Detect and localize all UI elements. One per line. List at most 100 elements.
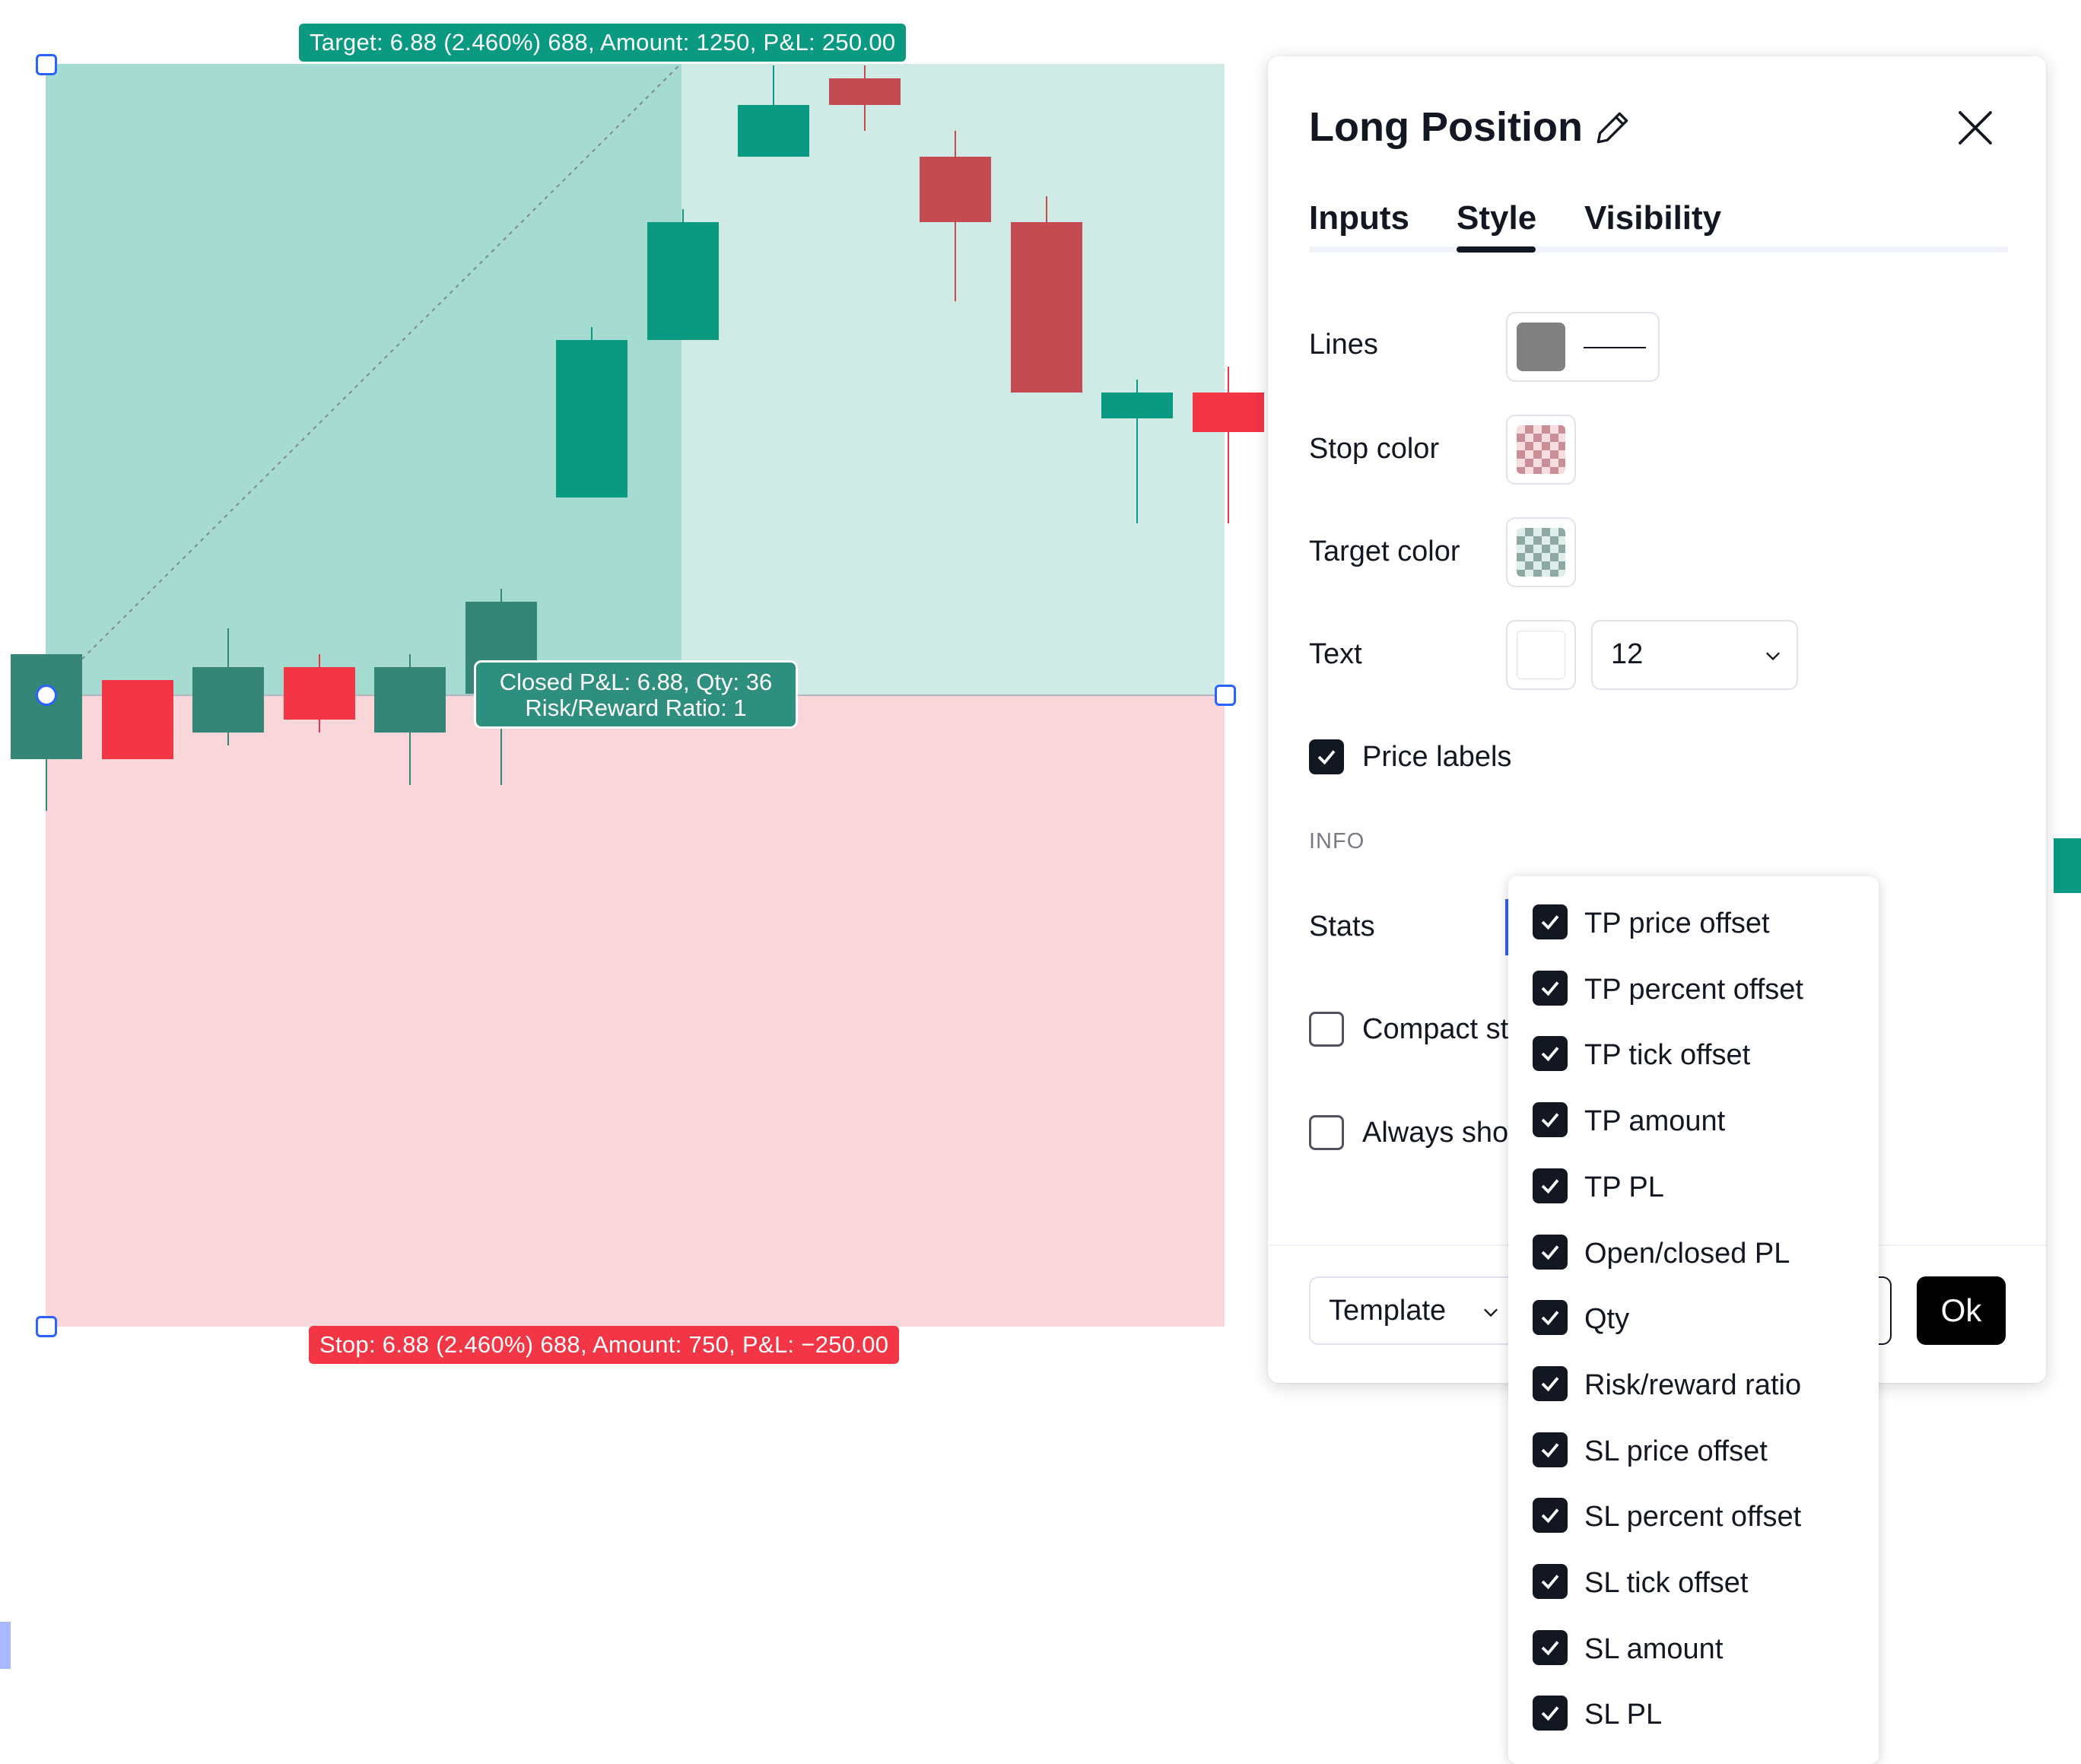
stats-option[interactable]: Qty: [1508, 1290, 1879, 1351]
candle-body: [1101, 393, 1173, 419]
stats-option[interactable]: TP amount: [1508, 1092, 1879, 1153]
target-handle[interactable]: [36, 54, 57, 75]
candle-body: [1010, 222, 1082, 393]
stats-option-checkbox[interactable]: [1533, 1432, 1568, 1467]
chevron-down-icon: [1766, 652, 1780, 661]
checkmark-icon: [1541, 915, 1559, 930]
compact-stats-checkbox[interactable]: [1309, 1012, 1344, 1047]
stats-option[interactable]: TP tick offset: [1508, 1026, 1879, 1087]
close-icon[interactable]: [1952, 105, 1998, 151]
stats-dropdown-menu: TP price offset TP percent offset TP tick …: [1508, 876, 1879, 1764]
pencil-icon[interactable]: [1591, 106, 1634, 149]
end-handle[interactable]: [1215, 685, 1236, 706]
stats-option-checkbox[interactable]: [1533, 1168, 1568, 1203]
stats-option[interactable]: TP percent offset: [1508, 961, 1879, 1022]
stats-option-label: TP percent offset: [1584, 973, 1803, 1006]
stats-option-label: SL price offset: [1584, 1435, 1768, 1467]
candle-body: [283, 667, 355, 720]
checkmark-icon: [1541, 981, 1559, 996]
dialog-title: Long Position: [1309, 104, 1583, 150]
candle-body: [101, 680, 173, 759]
closed-pnl-label: Closed P&L: 6.88, Qty: 36 Risk/Reward Ra…: [474, 660, 798, 729]
target-color-picker[interactable]: [1506, 517, 1576, 587]
chevron-down-icon: [1484, 1308, 1498, 1317]
stats-option-checkbox[interactable]: [1533, 970, 1568, 1006]
compact-stats-label: Compact st: [1362, 1013, 1509, 1045]
stats-option-checkbox[interactable]: [1533, 1036, 1568, 1072]
stats-option-checkbox[interactable]: [1533, 1564, 1568, 1599]
checkmark-icon: [1541, 1706, 1559, 1721]
risk-reward-text: Risk/Reward Ratio: 1: [525, 694, 747, 721]
stats-option-label: SL percent offset: [1584, 1501, 1802, 1534]
template-label: Template: [1329, 1295, 1447, 1327]
stats-label: Stats: [1309, 911, 1375, 942]
stats-option-checkbox[interactable]: [1533, 1498, 1568, 1534]
stats-option-checkbox[interactable]: [1533, 1696, 1568, 1731]
tab-track: [1309, 246, 2009, 253]
info-section-header: INFO: [1309, 829, 1365, 853]
stats-option-checkbox[interactable]: [1533, 1234, 1568, 1270]
stop-handle[interactable]: [36, 1316, 57, 1337]
stats-option-checkbox[interactable]: [1533, 1300, 1568, 1336]
chart-area[interactable]: Target: 6.88 (2.460%) 688, Amount: 1250,…: [0, 0, 1264, 1764]
tab-visibility[interactable]: Visibility: [1584, 199, 1721, 237]
scale-marker: [0, 1622, 11, 1669]
stats-option[interactable]: SL tick offset: [1508, 1554, 1879, 1615]
stats-option[interactable]: TP price offset: [1508, 895, 1879, 955]
always-show-checkbox[interactable]: [1309, 1115, 1344, 1150]
checkmark-icon: [1541, 1311, 1559, 1326]
always-show-label: Always sho: [1362, 1117, 1509, 1149]
candle-body: [920, 157, 991, 223]
stats-option-checkbox[interactable]: [1533, 1102, 1568, 1138]
text-size-value: 12: [1611, 638, 1644, 670]
checkmark-icon: [1541, 1113, 1559, 1128]
lines-color-swatch: [1517, 323, 1565, 371]
stats-option[interactable]: SL PL: [1508, 1686, 1879, 1747]
tab-bar: Inputs Style Visibility: [1309, 199, 2009, 253]
target-price-label: Target: 6.88 (2.460%) 688, Amount: 1250,…: [299, 24, 907, 62]
line-style-icon: [1584, 347, 1646, 348]
stats-option-label: SL PL: [1584, 1699, 1663, 1731]
candle-body: [11, 654, 82, 759]
stats-option-label: Risk/reward ratio: [1584, 1368, 1802, 1401]
stats-option-checkbox[interactable]: [1533, 1629, 1568, 1665]
right-edge-marker: [2054, 838, 2081, 893]
text-size-select[interactable]: 12: [1591, 620, 1798, 690]
stats-option[interactable]: TP PL: [1508, 1159, 1879, 1219]
stats-option[interactable]: SL amount: [1508, 1620, 1879, 1681]
stats-option[interactable]: Risk/reward ratio: [1508, 1356, 1879, 1417]
stats-option[interactable]: SL price offset: [1508, 1422, 1879, 1483]
stats-option-checkbox[interactable]: [1533, 1365, 1568, 1401]
active-tab-indicator: [1457, 246, 1536, 253]
text-color-swatch: [1517, 631, 1565, 679]
text-color-picker[interactable]: [1506, 620, 1576, 690]
stats-option[interactable]: SL percent offset: [1508, 1488, 1879, 1549]
checkmark-icon: [1541, 1047, 1559, 1062]
stop-color-swatch: [1517, 425, 1565, 474]
checkmark-icon: [1541, 1508, 1559, 1524]
price-labels-checkbox[interactable]: [1309, 739, 1344, 774]
stats-option-checkbox[interactable]: [1533, 904, 1568, 939]
tab-style[interactable]: Style: [1457, 199, 1536, 237]
stop-color-picker[interactable]: [1506, 415, 1576, 485]
candle-wick: [1227, 366, 1229, 523]
ok-button[interactable]: Ok: [1917, 1276, 2006, 1345]
candle-body: [647, 222, 719, 341]
stats-option-label: TP PL: [1584, 1171, 1664, 1203]
price-labels-label: Price labels: [1362, 741, 1512, 773]
stats-option-label: SL tick offset: [1584, 1567, 1749, 1599]
entry-handle[interactable]: [36, 685, 57, 706]
lines-label: Lines: [1309, 329, 1378, 361]
stats-option-label: SL amount: [1584, 1632, 1724, 1665]
checkmark-icon: [1317, 750, 1336, 765]
checkmark-icon: [1541, 1575, 1559, 1590]
stats-option[interactable]: Open/closed PL: [1508, 1225, 1879, 1286]
stop-color-label: Stop color: [1309, 433, 1440, 465]
candle-body: [1192, 393, 1264, 432]
stats-option-label: TP price offset: [1584, 907, 1770, 939]
lines-style-picker[interactable]: [1506, 312, 1660, 382]
template-button[interactable]: Template: [1309, 1276, 1516, 1345]
stats-option-label: Open/closed PL: [1584, 1237, 1790, 1270]
candle-body: [374, 667, 446, 733]
tab-inputs[interactable]: Inputs: [1309, 199, 1409, 237]
